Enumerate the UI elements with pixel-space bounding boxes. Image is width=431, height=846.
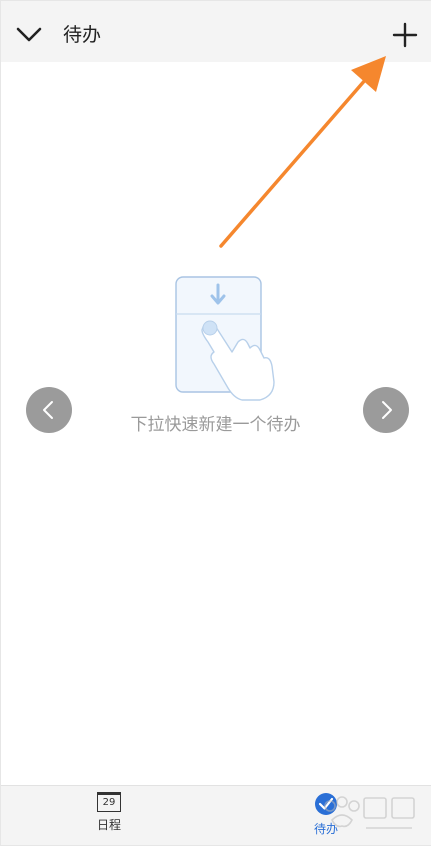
tab-schedule[interactable]: 29 日程: [74, 792, 144, 842]
tab-todo[interactable]: 待办: [291, 792, 361, 842]
previous-button[interactable]: [26, 387, 72, 433]
page-title: 待办: [63, 24, 102, 46]
header-bar: 待办: [0, 8, 431, 62]
plus-icon: [392, 22, 418, 48]
chevron-right-icon: [382, 401, 392, 419]
chevron-left-icon: [43, 401, 53, 419]
chevron-down-icon: [16, 27, 42, 42]
next-button[interactable]: [363, 387, 409, 433]
add-todo-button[interactable]: [392, 22, 418, 48]
status-bar: [0, 0, 431, 8]
tab-schedule-label: 日程: [96, 818, 121, 832]
calendar-icon: 29: [97, 792, 121, 812]
collapse-button[interactable]: [14, 21, 44, 49]
bottom-nav: 29 日程 待办: [0, 785, 431, 846]
pull-down-illustration: [175, 276, 275, 401]
tab-todo-label: 待办: [313, 822, 338, 836]
checkmark-icon: [315, 793, 337, 815]
